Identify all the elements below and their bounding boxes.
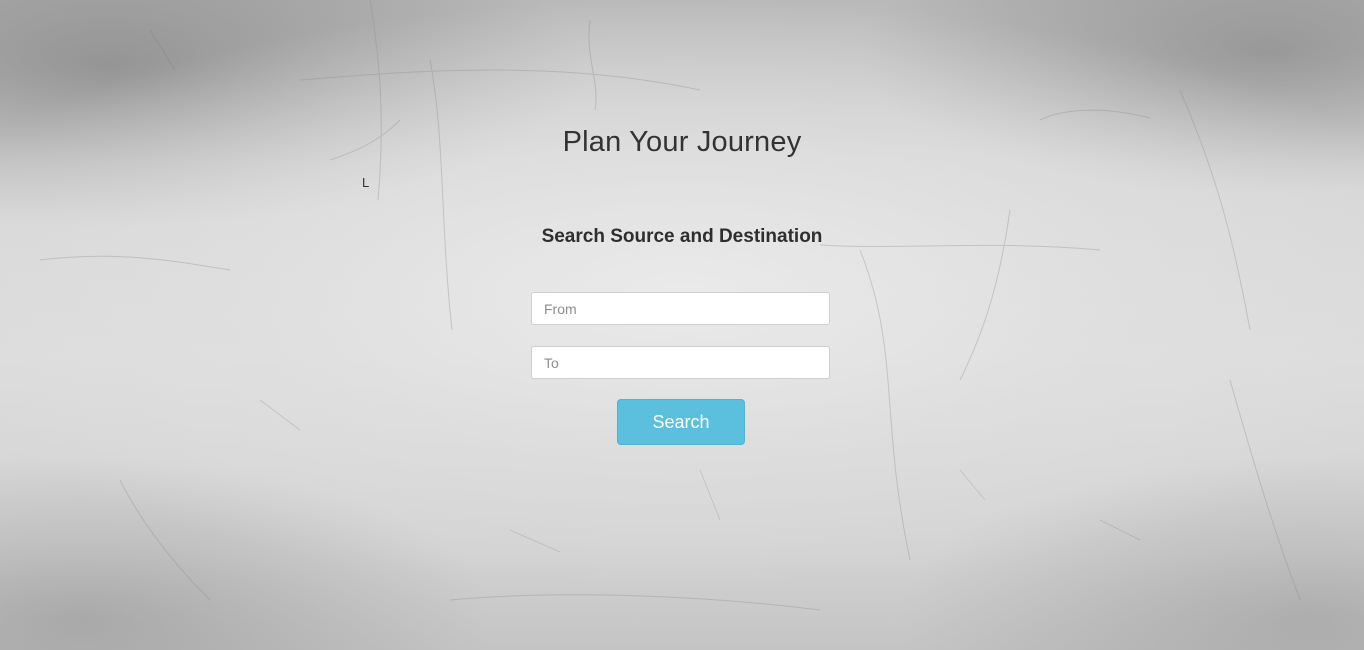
grunge-background: [39, 0, 1301, 611]
from-input[interactable]: [531, 292, 830, 325]
search-subtitle: Search Source and Destination: [541, 226, 823, 247]
to-input[interactable]: [531, 346, 830, 379]
page-title: Plan Your Journey: [562, 126, 802, 158]
stray-text: L: [362, 175, 370, 190]
search-button[interactable]: Search: [617, 399, 745, 445]
